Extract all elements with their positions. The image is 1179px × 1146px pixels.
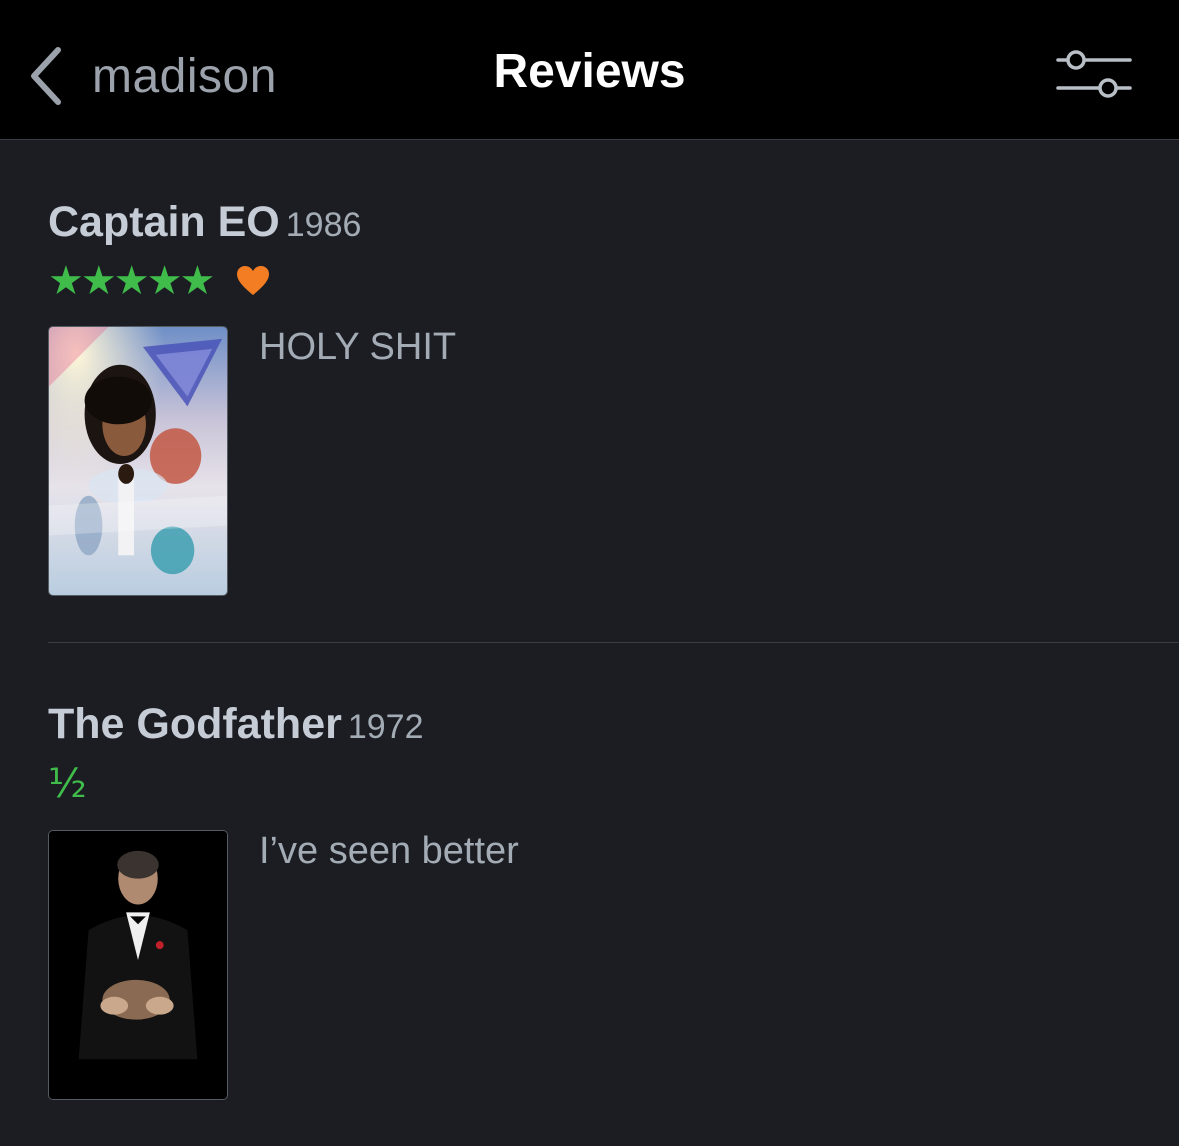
- review-item[interactable]: The Godfather 1972 ½ I’ve seen better: [0, 644, 1179, 1146]
- sliders-icon[interactable]: [1052, 46, 1136, 102]
- film-year: 1986: [285, 206, 362, 244]
- page-title: Reviews: [493, 45, 686, 98]
- review-title-line: Captain EO 1986: [48, 198, 361, 247]
- heart-icon: [237, 266, 270, 295]
- nav-bar: madison Reviews: [0, 0, 1179, 140]
- movie-poster-the-godfather[interactable]: [48, 830, 228, 1100]
- review-item[interactable]: Captain EO 1986 ★★★★★ HOLY SHIT: [0, 140, 1179, 643]
- movie-poster-captain-eo[interactable]: [48, 326, 228, 596]
- rating-row: ★★★★★: [48, 261, 270, 301]
- film-title[interactable]: The Godfather: [48, 700, 342, 748]
- film-year: 1972: [347, 708, 424, 746]
- review-text: HOLY SHIT: [259, 326, 457, 368]
- divider: [48, 642, 1179, 643]
- review-text: I’ve seen better: [259, 830, 519, 872]
- rating-row: ½: [48, 764, 87, 804]
- star-rating: ★★★★★: [48, 258, 215, 304]
- star-rating: ½: [48, 761, 87, 807]
- film-title[interactable]: Captain EO: [48, 198, 280, 246]
- review-title-line: The Godfather 1972: [48, 700, 423, 749]
